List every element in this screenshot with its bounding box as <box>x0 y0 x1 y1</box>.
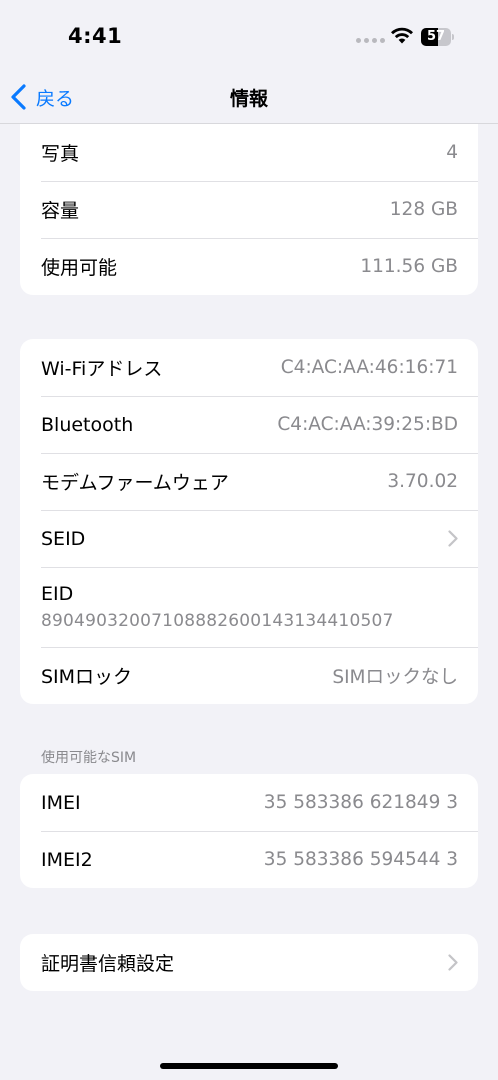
row-label: SIMロック <box>41 666 133 688</box>
list-item-certificate-trust[interactable]: 証明書信頼設定 <box>20 934 478 991</box>
list-item-imei: IMEI 35 583386 621849 3 <box>20 774 478 831</box>
row-value: SIMロックなし <box>332 666 458 688</box>
list-item-modem-firmware: モデムファームウェア 3.70.02 <box>20 453 478 510</box>
network-group: Wi-Fiアドレス C4:AC:AA:46:16:71 Bluetooth C4… <box>20 339 478 704</box>
list-item-imei2: IMEI2 35 583386 594544 3 <box>20 831 478 888</box>
wifi-icon <box>391 27 413 44</box>
row-value: 3.70.02 <box>387 471 458 492</box>
list-item-photos: 写真 4 <box>20 124 478 181</box>
row-label: 使用可能 <box>41 257 118 279</box>
row-label: SEID <box>41 527 86 550</box>
row-value: 111.56 GB <box>360 256 458 277</box>
row-label: モデムファームウェア <box>41 472 229 494</box>
row-label: Bluetooth <box>41 413 134 436</box>
battery-level: 57 <box>426 29 446 44</box>
sim-group: IMEI 35 583386 621849 3 IMEI2 35 583386 … <box>20 774 478 888</box>
section-header-available-sim: 使用可能なSIM <box>41 750 137 766</box>
row-value: 35 583386 594544 3 <box>263 849 458 870</box>
row-value: C4:AC:AA:39:25:BD <box>277 414 458 435</box>
row-value: C4:AC:AA:46:16:71 <box>280 357 458 378</box>
list-item-available: 使用可能 111.56 GB <box>20 238 478 295</box>
row-value: 128 GB <box>389 199 458 220</box>
list-item-sim-lock: SIMロック SIMロックなし <box>20 647 478 704</box>
list-item-seid[interactable]: SEID <box>20 510 478 567</box>
cert-group: 証明書信頼設定 <box>20 934 478 991</box>
list-item-eid: EID 89049032007108882600143134410507 <box>20 567 478 647</box>
list-item-bluetooth: Bluetooth C4:AC:AA:39:25:BD <box>20 396 478 453</box>
row-label: 写真 <box>41 143 80 165</box>
list-item-wifi-address: Wi-Fiアドレス C4:AC:AA:46:16:71 <box>20 339 478 396</box>
row-label: 証明書信頼設定 <box>41 953 175 975</box>
home-indicator[interactable] <box>160 1063 338 1069</box>
row-label: IMEI <box>41 791 81 814</box>
status-bar: 4:41 57 <box>0 0 498 70</box>
chevron-right-icon <box>448 530 458 547</box>
chevron-right-icon <box>448 954 458 971</box>
signal-dots-icon <box>356 38 385 43</box>
storage-group: 写真 4 容量 128 GB 使用可能 111.56 GB <box>20 124 478 295</box>
row-value: 89049032007108882600143134410507 <box>41 611 394 631</box>
page-title: 情報 <box>229 88 268 110</box>
battery-icon: 57 <box>421 28 455 46</box>
status-time: 4:41 <box>68 24 123 48</box>
row-value: 4 <box>446 142 458 163</box>
row-value: 35 583386 621849 3 <box>263 792 458 813</box>
row-label: EID <box>41 583 74 605</box>
row-label: Wi-Fiアドレス <box>41 358 163 380</box>
row-label: 容量 <box>41 200 80 222</box>
list-item-capacity: 容量 128 GB <box>20 181 478 238</box>
nav-bar: 戻る 情報 <box>0 70 498 124</box>
row-label: IMEI2 <box>41 848 93 871</box>
